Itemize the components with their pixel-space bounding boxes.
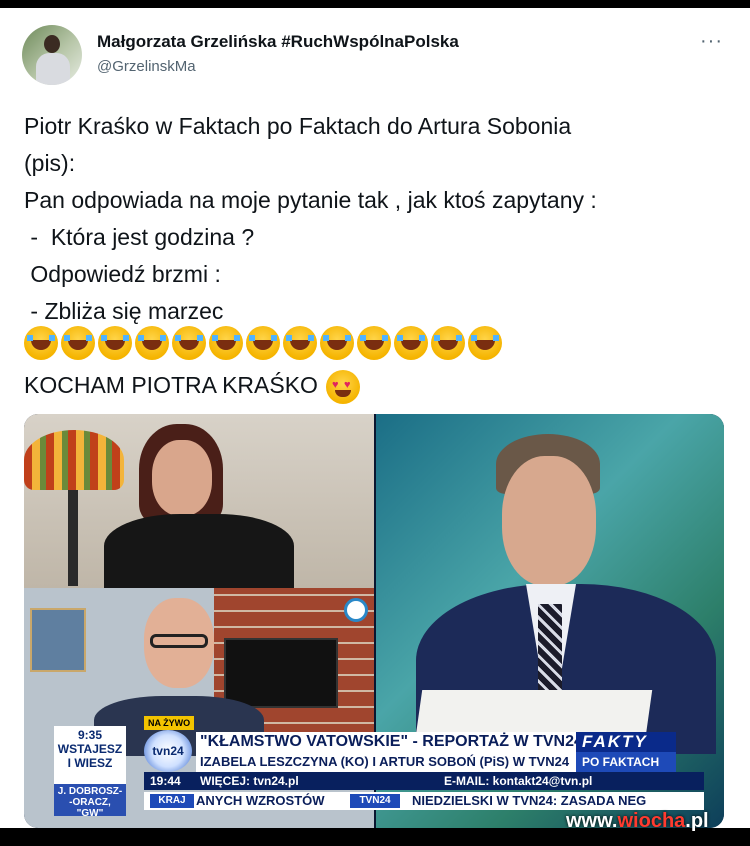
tweet-last-line-text: KOCHAM PIOTRA KRAŚKO — [24, 372, 318, 399]
avatar-head — [44, 35, 60, 53]
wall-picture — [30, 608, 86, 672]
clock-text: 19:44 — [150, 774, 181, 788]
tweet-text: Piotr Kraśko w Faktach po Faktach do Art… — [24, 113, 597, 324]
more-options-icon[interactable]: ··· — [700, 30, 723, 53]
author-name[interactable]: Małgorzata Grzelińska #RuchWspólnaPolska — [97, 32, 459, 52]
watermark: www.wiocha.pl — [566, 810, 709, 833]
tweet-card: Małgorzata Grzelińska #RuchWspólnaPolska… — [0, 8, 750, 828]
more-info-text: WIĘCEJ: tvn24.pl — [200, 774, 299, 788]
author-handle[interactable]: @GrzelinskMa — [97, 58, 196, 75]
tears-of-joy-icon — [468, 326, 502, 360]
time-box: 9:35 WSTAJESZ I WIESZ — [54, 726, 126, 784]
tears-of-joy-icon — [135, 326, 169, 360]
tvn24-tag: TVN24 — [350, 794, 400, 808]
channel-corner-logo — [344, 598, 368, 622]
scroll-text-2: NIEDZIELSKI W TVN24: ZASADA NEG — [412, 793, 647, 808]
email-text: E-MAIL: kontakt24@tvn.pl — [444, 774, 593, 788]
tears-of-joy-icon — [98, 326, 132, 360]
tears-of-joy-icon — [320, 326, 354, 360]
tears-of-joy-icon — [357, 326, 391, 360]
kraj-tag: KRAJ — [150, 794, 194, 808]
program-logo: FAKTY — [576, 732, 676, 752]
scroll-text-1: ANYCH WZROSTÓW — [196, 793, 325, 808]
emoji-row — [24, 326, 502, 360]
tears-of-joy-icon — [394, 326, 428, 360]
tweet-last-line: KOCHAM PIOTRA KRAŚKO ♥ ♥ — [24, 370, 360, 404]
tears-of-joy-icon — [431, 326, 465, 360]
tears-of-joy-icon — [246, 326, 280, 360]
tears-of-joy-icon — [24, 326, 58, 360]
watermark-prefix: www. — [566, 810, 618, 832]
tears-of-joy-icon — [283, 326, 317, 360]
tears-of-joy-icon — [209, 326, 243, 360]
heart-eyes-icon: ♥ ♥ — [325, 370, 360, 404]
tears-of-joy-icon — [61, 326, 95, 360]
watermark-suffix: .pl — [685, 810, 709, 832]
avatar-body — [36, 53, 70, 85]
guest-woman — [104, 424, 294, 594]
program-subtitle: PO FAKTACH — [576, 752, 676, 772]
news-anchor — [406, 434, 716, 754]
guest-video-top — [24, 414, 374, 594]
tvn24-logo: tvn24 — [144, 730, 192, 772]
tears-of-joy-icon — [172, 326, 206, 360]
live-badge: NA ŻYWO — [144, 716, 195, 730]
tweet-image[interactable]: 9:35 WSTAJESZ I WIESZ J. DOBROSZ- -ORACZ… — [24, 414, 724, 828]
show-tag: J. DOBROSZ- -ORACZ, "GW" — [54, 784, 126, 819]
headline-text: "KŁAMSTWO VATOWSKIE" - REPORTAŻ W TVN24 … — [196, 732, 576, 752]
watermark-brand: wiocha — [617, 810, 686, 832]
subline-text: IZABELA LESZCZYNA (KO) I ARTUR SOBOŃ (Pi… — [196, 752, 576, 772]
avatar[interactable] — [22, 25, 82, 85]
lamp-stand — [68, 490, 78, 586]
